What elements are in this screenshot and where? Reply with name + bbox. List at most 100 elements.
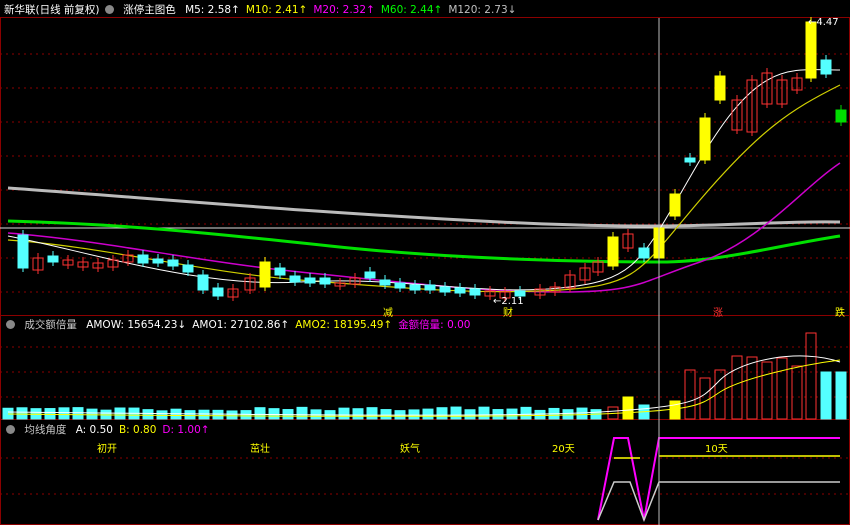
indicator-name[interactable]: 涨停主图色: [123, 4, 176, 16]
candle-body: [48, 256, 58, 262]
angle-label-chukai: 初开: [97, 440, 117, 455]
high-price-label: ←4.47: [808, 17, 839, 28]
candle-body: [410, 285, 420, 290]
candle-body: [290, 276, 300, 282]
candle-body: [260, 262, 270, 287]
angle-legend: A: 0.50 B: 0.80 D: 1.00↑: [76, 424, 216, 436]
candle-body: [670, 194, 680, 216]
volume-bar: [185, 411, 195, 419]
volume-bar: [269, 409, 279, 419]
candle-body: [275, 268, 285, 275]
ma-legend: M5: 2.58↑ M10: 2.41↑ M20: 2.32↑ M60: 2.44↑ M…: [185, 4, 522, 16]
volume-bar: [577, 408, 587, 419]
candle-body: [440, 287, 450, 292]
volume-bar: [409, 410, 419, 419]
volume-bar: [732, 356, 742, 419]
candles: [18, 17, 846, 302]
ma120-line: [8, 188, 840, 226]
volume-bar: [563, 410, 573, 419]
marker-reduce[interactable]: 减: [383, 304, 393, 319]
volume-bar: [747, 357, 757, 419]
angle-legend-item-1: B: 0.80: [119, 424, 156, 436]
angle-legend-item-0: A: 0.50: [76, 424, 113, 436]
volume-bar: [437, 408, 447, 419]
volume-legend-item-2: AMO2: 18195.49↑: [295, 319, 392, 331]
volume-bars: [3, 333, 846, 419]
candle-body: [213, 288, 223, 296]
candle-body: [153, 259, 163, 263]
angle-legend-item-2: D: 1.00↑: [162, 424, 209, 436]
volume-legend: AMOW: 15654.23↓ AMO1: 27102.86↑ AMO2: 1819…: [86, 319, 476, 331]
angle-header: 均线角度 A: 0.50 B: 0.80 D: 1.00↑: [4, 423, 222, 437]
volume-bar: [213, 410, 223, 419]
candle-body: [685, 158, 695, 162]
main-panel-border: [1, 18, 850, 316]
candle-body: [305, 278, 315, 283]
angle-label-yaoqi: 妖气: [400, 440, 420, 455]
candle-body: [183, 265, 193, 272]
candle-body: [380, 280, 390, 285]
volume-legend-item-1: AMO1: 27102.86↑: [192, 319, 289, 331]
volume-bar: [367, 408, 377, 419]
volume-bar: [423, 409, 433, 419]
candle-body: [608, 237, 618, 266]
volume-legend-item-3: 金额倍量: 0.00: [398, 319, 470, 331]
settings-icon[interactable]: [6, 320, 15, 329]
angle-label-10days: 10天: [705, 440, 728, 455]
candle-body: [198, 275, 208, 290]
volume-bar: [792, 366, 802, 419]
angle-indicator-name[interactable]: 均线角度: [24, 424, 66, 436]
ma-legend-item-0: M5: 2.58↑: [185, 4, 240, 16]
candle-body: [18, 235, 28, 268]
volume-bar: [479, 407, 489, 419]
volume-bar: [87, 409, 97, 419]
volume-bar: [806, 333, 816, 419]
volume-bar: [227, 411, 237, 419]
angle-label-zhuozhuang: 茁壮: [250, 440, 270, 455]
volume-bar: [451, 407, 461, 419]
volume-bar: [353, 409, 363, 419]
volume-bar: [700, 378, 710, 419]
volume-bar: [762, 362, 772, 419]
volume-bar: [339, 408, 349, 419]
ma-legend-item-4: M120: 2.73↓: [448, 4, 516, 16]
candle-body: [639, 248, 649, 258]
volume-bar: [381, 410, 391, 419]
volume-bar: [17, 408, 27, 419]
candle-body: [320, 278, 330, 284]
volume-bar: [143, 410, 153, 419]
settings-icon[interactable]: [6, 425, 15, 434]
volume-bar: [199, 410, 209, 419]
candle-body: [425, 285, 435, 290]
volume-bar: [685, 370, 695, 419]
candle-body: [365, 272, 375, 278]
marker-rise[interactable]: 涨: [713, 304, 723, 319]
settings-icon[interactable]: [105, 5, 114, 14]
marker-finance[interactable]: 财: [503, 304, 513, 319]
candle-body: [821, 60, 831, 74]
candle-body: [395, 283, 405, 288]
candle-body: [138, 255, 148, 263]
angle-a-line: [598, 482, 840, 520]
volume-bar: [821, 372, 831, 419]
volume-bar: [59, 408, 69, 419]
marker-fall[interactable]: 跌: [835, 304, 845, 319]
volume-bar: [836, 372, 846, 419]
volume-bar: [45, 409, 55, 419]
volume-bar: [465, 410, 475, 419]
volume-header: 成交额倍量 AMOW: 15654.23↓ AMO1: 27102.86↑ AMO2…: [4, 318, 482, 332]
candle-body: [470, 289, 480, 295]
volume-bar: [535, 410, 545, 419]
main-header: 新华联(日线 前复权) 涨停主图色 M5: 2.58↑ M10: 2.41↑ M20…: [4, 3, 528, 17]
ma-legend-item-2: M20: 2.32↑: [313, 4, 374, 16]
candle-body: [168, 260, 178, 266]
volume-bar: [297, 407, 307, 419]
volume-legend-item-0: AMOW: 15654.23↓: [86, 319, 186, 331]
candle-body: [700, 118, 710, 160]
volume-indicator-name[interactable]: 成交额倍量: [24, 319, 77, 331]
candle-body: [715, 76, 725, 100]
volume-bar: [73, 408, 83, 419]
candle-body: [806, 22, 816, 78]
candle-body: [836, 110, 846, 122]
ma-legend-item-3: M60: 2.44↑: [381, 4, 442, 16]
